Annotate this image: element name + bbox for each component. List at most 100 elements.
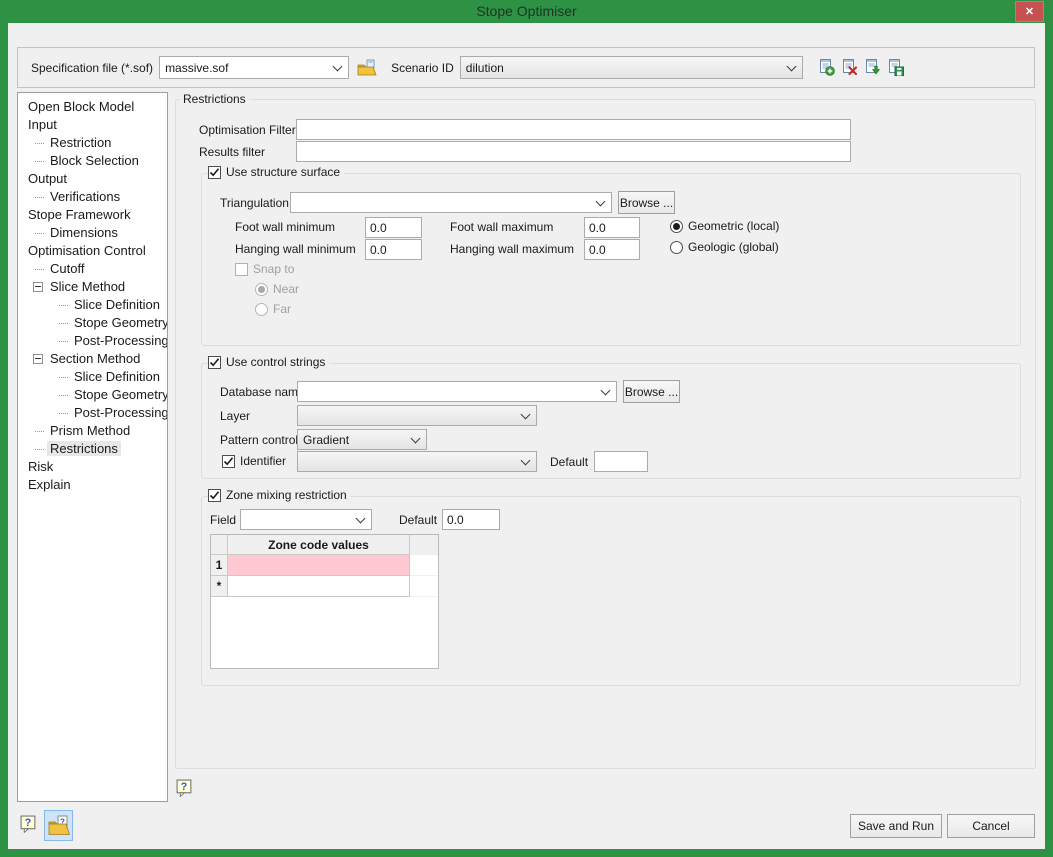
tree-item-label: Post-Processing [71, 333, 168, 348]
tree-item-label: Stope Geometry [71, 387, 168, 402]
snap-to-label: Snap to [253, 262, 294, 276]
titlebar[interactable]: Stope Optimiser ✕ [0, 0, 1053, 23]
use-control-strings-row: Use control strings [208, 355, 329, 369]
use-control-strings-label: Use control strings [226, 355, 325, 369]
geologic-global-row: Geologic (global) [670, 240, 779, 254]
help-bubble-icon[interactable]: ? [176, 779, 193, 800]
foot-wall-minimum-label: Foot wall minimum [235, 220, 335, 234]
collapse-minus-icon[interactable] [33, 354, 43, 364]
tree-item-dimensions[interactable]: Dimensions [18, 224, 167, 242]
optimisation-filter-input[interactable] [296, 119, 851, 140]
tree-item-verifications[interactable]: Verifications [18, 188, 167, 206]
zone-code-cell-selected[interactable] [228, 555, 410, 576]
context-help-button[interactable]: ? [44, 810, 73, 841]
geometric-local-label: Geometric (local) [688, 219, 779, 233]
tree-item-restriction[interactable]: Restriction [18, 134, 167, 152]
svg-text:?: ? [181, 781, 187, 793]
tree-item-label: Cutoff [47, 261, 87, 276]
layer-combo[interactable] [297, 405, 537, 426]
geometric-local-radio[interactable] [670, 220, 683, 233]
field-label: Field [210, 513, 236, 527]
tree-item-open-block-model[interactable]: Open Block Model [18, 98, 167, 116]
new-scenario-doc-plus-icon[interactable] [818, 59, 835, 76]
triangulation-browse-button[interactable]: Browse ... [618, 191, 675, 214]
identifier-combo[interactable] [297, 451, 537, 472]
field-combo[interactable] [240, 509, 372, 530]
tree-item-cutoff[interactable]: Cutoff [18, 260, 167, 278]
table-row-filler [410, 576, 438, 597]
tree-item-stope-geometry[interactable]: Stope Geometry [18, 386, 167, 404]
row-header[interactable]: 1 [211, 555, 228, 576]
tree-item-prism-method[interactable]: Prism Method [18, 422, 167, 440]
pattern-control-combo[interactable]: Gradient [297, 429, 427, 450]
tree-item-block-selection[interactable]: Block Selection [18, 152, 167, 170]
restrictions-group-title: Restrictions [180, 92, 249, 106]
zone-mixing-checkbox[interactable] [208, 489, 221, 502]
help-bubble-icon[interactable]: ? [20, 815, 37, 836]
close-button[interactable]: ✕ [1015, 1, 1044, 22]
geologic-global-radio[interactable] [670, 241, 683, 254]
svg-text:?: ? [25, 817, 31, 829]
use-structure-surface-checkbox[interactable] [208, 166, 221, 179]
hanging-wall-maximum-input[interactable] [584, 239, 640, 260]
triangulation-label: Triangulation [220, 196, 289, 210]
delete-scenario-doc-x-icon[interactable] [841, 59, 858, 76]
import-scenario-doc-arrow-icon[interactable] [864, 59, 881, 76]
tree-item-label: Section Method [47, 351, 143, 366]
table-corner-cell[interactable] [211, 535, 228, 555]
tree-item-risk[interactable]: Risk [18, 458, 167, 476]
tree-item-post-processing[interactable]: Post-Processing [18, 332, 167, 350]
database-browse-button[interactable]: Browse ... [623, 380, 680, 403]
tree-item-slice-method[interactable]: Slice Method [18, 278, 167, 296]
zone-mixing-label: Zone mixing restriction [226, 488, 347, 502]
identifier-default-input[interactable] [594, 451, 648, 472]
restrictions-group: Restrictions Optimisation Filter Results… [175, 99, 1036, 769]
tree-item-slice-definition[interactable]: Slice Definition [18, 368, 167, 386]
spec-file-value: massive.sof [165, 61, 228, 75]
tree-item-label: Optimisation Control [25, 243, 149, 258]
chevron-down-icon [521, 456, 531, 466]
hanging-wall-minimum-input[interactable] [365, 239, 422, 260]
use-control-strings-checkbox[interactable] [208, 356, 221, 369]
tree-item-input[interactable]: Input [18, 116, 167, 134]
cancel-button[interactable]: Cancel [947, 814, 1035, 838]
collapse-minus-icon[interactable] [33, 282, 43, 292]
tree-item-optimisation-control[interactable]: Optimisation Control [18, 242, 167, 260]
tree-item-label: Slice Definition [71, 369, 163, 384]
tree-item-stope-geometry[interactable]: Stope Geometry [18, 314, 167, 332]
zone-default-input[interactable] [442, 509, 500, 530]
tree-item-label: Output [25, 171, 70, 186]
foot-wall-minimum-input[interactable] [365, 217, 422, 238]
save-and-run-button[interactable]: Save and Run [850, 814, 942, 838]
foot-wall-maximum-input[interactable] [584, 217, 640, 238]
zone-default-label: Default [399, 513, 437, 527]
control-strings-group: Use control strings Database name Browse… [201, 363, 1021, 479]
foot-wall-maximum-label: Foot wall maximum [450, 220, 553, 234]
zone-code-cell-new[interactable] [228, 576, 410, 597]
spec-file-combo[interactable]: massive.sof [159, 56, 349, 79]
zone-mixing-row: Zone mixing restriction [208, 488, 351, 502]
results-filter-input[interactable] [296, 141, 851, 162]
scenario-id-combo[interactable]: dilution [460, 56, 803, 79]
tree-item-output[interactable]: Output [18, 170, 167, 188]
tree-item-post-processing[interactable]: Post-Processing [18, 404, 167, 422]
pattern-control-label: Pattern control [220, 433, 298, 447]
save-scenario-doc-floppy-icon[interactable] [887, 59, 904, 76]
tree-item-stope-framework[interactable]: Stope Framework [18, 206, 167, 224]
table-row: 1 [211, 555, 438, 576]
far-label: Far [273, 302, 291, 316]
triangulation-combo[interactable] [290, 192, 612, 213]
zone-code-values-table: Zone code values 1 * [210, 534, 439, 669]
tree-item-restrictions[interactable]: Restrictions [18, 440, 167, 458]
tree-item-explain[interactable]: Explain [18, 476, 167, 494]
open-folder-icon[interactable] [357, 59, 377, 77]
database-name-label: Database name [220, 385, 305, 399]
chevron-down-icon [601, 386, 611, 396]
identifier-label: Identifier [240, 454, 286, 468]
identifier-checkbox[interactable] [222, 455, 235, 468]
tree-item-section-method[interactable]: Section Method [18, 350, 167, 368]
zone-code-values-header[interactable]: Zone code values [228, 535, 410, 555]
row-header[interactable]: * [211, 576, 228, 597]
tree-item-slice-definition[interactable]: Slice Definition [18, 296, 167, 314]
database-name-combo[interactable] [297, 381, 617, 402]
